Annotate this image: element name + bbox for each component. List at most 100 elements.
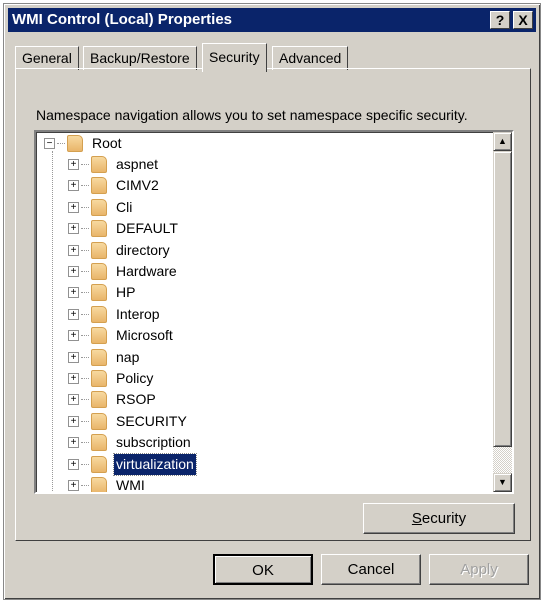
expand-icon[interactable]: + (68, 458, 79, 470)
tree-node[interactable]: + virtualization (68, 452, 197, 476)
tree-connector (81, 185, 89, 187)
ok-button[interactable]: OK (213, 554, 313, 585)
folder-icon (67, 135, 83, 152)
tree-node-label: nap (116, 348, 140, 365)
tree-node[interactable]: + Hardware (68, 261, 179, 282)
title-bar: WMI Control (Local) Properties ? X (8, 8, 536, 32)
tree-node[interactable]: + Microsoft (68, 325, 175, 346)
tree-node-label: aspnet (116, 156, 159, 172)
apply-button[interactable]: Apply (429, 554, 529, 585)
tree-node-label: virtualization (113, 452, 197, 476)
scroll-up-button[interactable]: ▲ (493, 132, 512, 151)
collapse-icon[interactable]: − (44, 138, 55, 149)
folder-icon (91, 263, 107, 280)
tree-node[interactable]: + Interop (68, 304, 162, 325)
expand-icon[interactable]: + (68, 287, 79, 299)
expand-icon[interactable]: + (68, 351, 79, 363)
tab-security[interactable]: Security (202, 43, 267, 72)
tree-node[interactable]: + nap (68, 347, 141, 368)
folder-icon (91, 241, 107, 259)
tree-node-label: DEFAULT (116, 220, 178, 237)
folder-icon (91, 220, 107, 238)
expand-icon[interactable]: + (68, 244, 79, 256)
folder-icon (91, 370, 107, 387)
tree-connector (81, 399, 89, 401)
expand-icon[interactable]: + (68, 266, 79, 277)
tree-node[interactable]: + directory (68, 240, 172, 261)
folder-icon (91, 455, 107, 473)
tree-node-label: RSOP (116, 391, 156, 408)
tree-node[interactable]: + DEFAULT (68, 218, 180, 239)
scroll-thumb[interactable] (493, 151, 512, 447)
tree-connector (81, 249, 89, 251)
tree-node[interactable]: + CIMV2 (68, 175, 161, 196)
tree-node-label: Policy (116, 370, 154, 386)
expand-icon[interactable]: + (68, 415, 79, 427)
tree-line (52, 151, 53, 492)
folder-icon (91, 177, 107, 195)
expand-icon[interactable]: + (68, 480, 79, 491)
expand-icon[interactable]: + (68, 373, 79, 384)
tree-connector (81, 206, 89, 208)
tree-node-label: CIMV2 (116, 177, 159, 194)
tree-connector (81, 313, 89, 315)
tree-node-label: directory (116, 241, 170, 258)
tab-general[interactable]: General (15, 46, 79, 70)
tree-connector (81, 485, 89, 486)
scroll-down-button[interactable]: ▼ (493, 473, 512, 492)
tree-node-label: subscription (116, 434, 191, 451)
tree-node[interactable]: + aspnet (68, 154, 160, 175)
expand-icon[interactable]: + (68, 308, 79, 320)
vertical-scrollbar[interactable]: ▲ ▼ (493, 132, 512, 492)
tree-node-label: Cli (116, 198, 133, 215)
cancel-button[interactable]: Cancel (321, 554, 421, 585)
tab-advanced[interactable]: Advanced (272, 46, 349, 70)
close-button[interactable]: X (513, 11, 533, 29)
tree-connector (81, 442, 89, 444)
tree-node-label: Microsoft (116, 327, 173, 344)
tree-connector (81, 378, 89, 379)
expand-icon[interactable]: + (68, 437, 79, 449)
tree-node[interactable]: + Cli (68, 197, 134, 218)
window-title: WMI Control (Local) Properties (12, 11, 233, 28)
expand-icon[interactable]: + (68, 201, 79, 213)
expand-icon[interactable]: + (68, 394, 79, 406)
folder-icon (91, 327, 107, 345)
expand-icon[interactable]: + (68, 159, 79, 170)
tree-node-label: HP (116, 284, 136, 301)
security-button[interactable]: Security (363, 503, 515, 534)
tree-node[interactable]: + WMI (68, 475, 147, 492)
tree-connector (81, 292, 89, 294)
tree-connector (81, 463, 89, 465)
tree-connector (57, 143, 65, 144)
folder-icon (91, 412, 107, 430)
expand-icon[interactable]: + (68, 180, 79, 192)
folder-icon (91, 305, 107, 323)
tree-connector (81, 271, 89, 272)
folder-icon (91, 477, 107, 492)
help-button[interactable]: ? (490, 11, 510, 29)
expand-icon[interactable]: + (68, 223, 79, 235)
folder-icon (91, 434, 107, 452)
tab-backup-restore[interactable]: Backup/Restore (83, 46, 197, 70)
security-tab-panel: Namespace navigation allows you to set n… (15, 68, 531, 541)
tree-node[interactable]: + subscription (68, 432, 193, 453)
description-text: Namespace navigation allows you to set n… (36, 107, 468, 123)
tree-node[interactable]: + Policy (68, 368, 155, 389)
tree-node-label: Root (92, 135, 122, 151)
namespace-tree[interactable]: − Root + aspnet + CIMV2 + Cli + DEFAULT + directo… (34, 130, 514, 494)
security-button-label: ecurity (421, 510, 467, 527)
folder-icon (91, 391, 107, 409)
tree-node-label: Hardware (116, 263, 177, 279)
tree-connector (81, 335, 89, 337)
tree-node-label: SECURITY (116, 412, 187, 429)
folder-icon (91, 198, 107, 216)
expand-icon[interactable]: + (68, 330, 79, 342)
tree-node[interactable]: + RSOP (68, 389, 158, 410)
folder-icon (91, 156, 107, 173)
tree-node[interactable]: + HP (68, 282, 137, 303)
tree-node-root[interactable]: − Root (44, 133, 124, 154)
tree-node-label: Interop (116, 305, 160, 322)
dialog-window: WMI Control (Local) Properties ? X Gener… (3, 3, 541, 600)
tree-node[interactable]: + SECURITY (68, 411, 189, 432)
